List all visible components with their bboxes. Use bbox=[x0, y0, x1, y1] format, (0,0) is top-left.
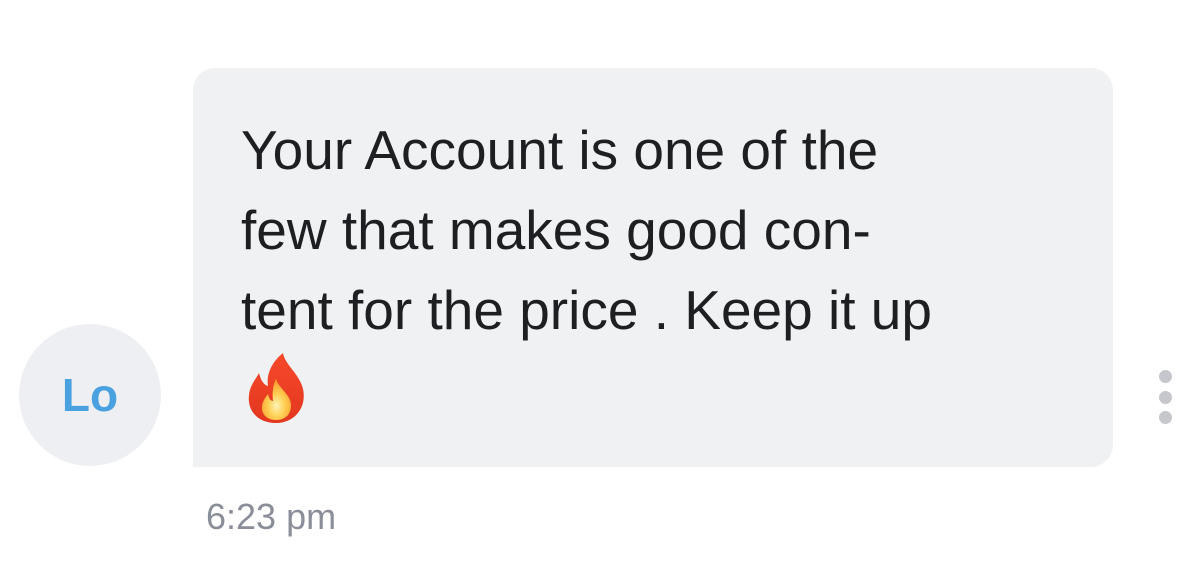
avatar[interactable]: Lo bbox=[19, 324, 161, 466]
fire-icon bbox=[248, 353, 304, 423]
more-vertical-icon bbox=[1158, 390, 1172, 404]
more-vertical-icon bbox=[1158, 411, 1172, 424]
more-vertical-icon bbox=[1158, 370, 1172, 383]
message-line: tent for the price . Keep it up bbox=[241, 279, 932, 341]
more-options-button[interactable] bbox=[1150, 370, 1180, 424]
message-timestamp: 6:23 pm bbox=[206, 496, 337, 537]
message-bubble[interactable]: Your Account is one of the few that make… bbox=[193, 68, 1113, 467]
message-line: Your Account is one of the bbox=[241, 119, 879, 181]
message-text: Your Account is one of the few that make… bbox=[241, 110, 1101, 350]
message-line: few that makes good con- bbox=[241, 199, 871, 261]
avatar-initials: Lo bbox=[61, 369, 119, 421]
